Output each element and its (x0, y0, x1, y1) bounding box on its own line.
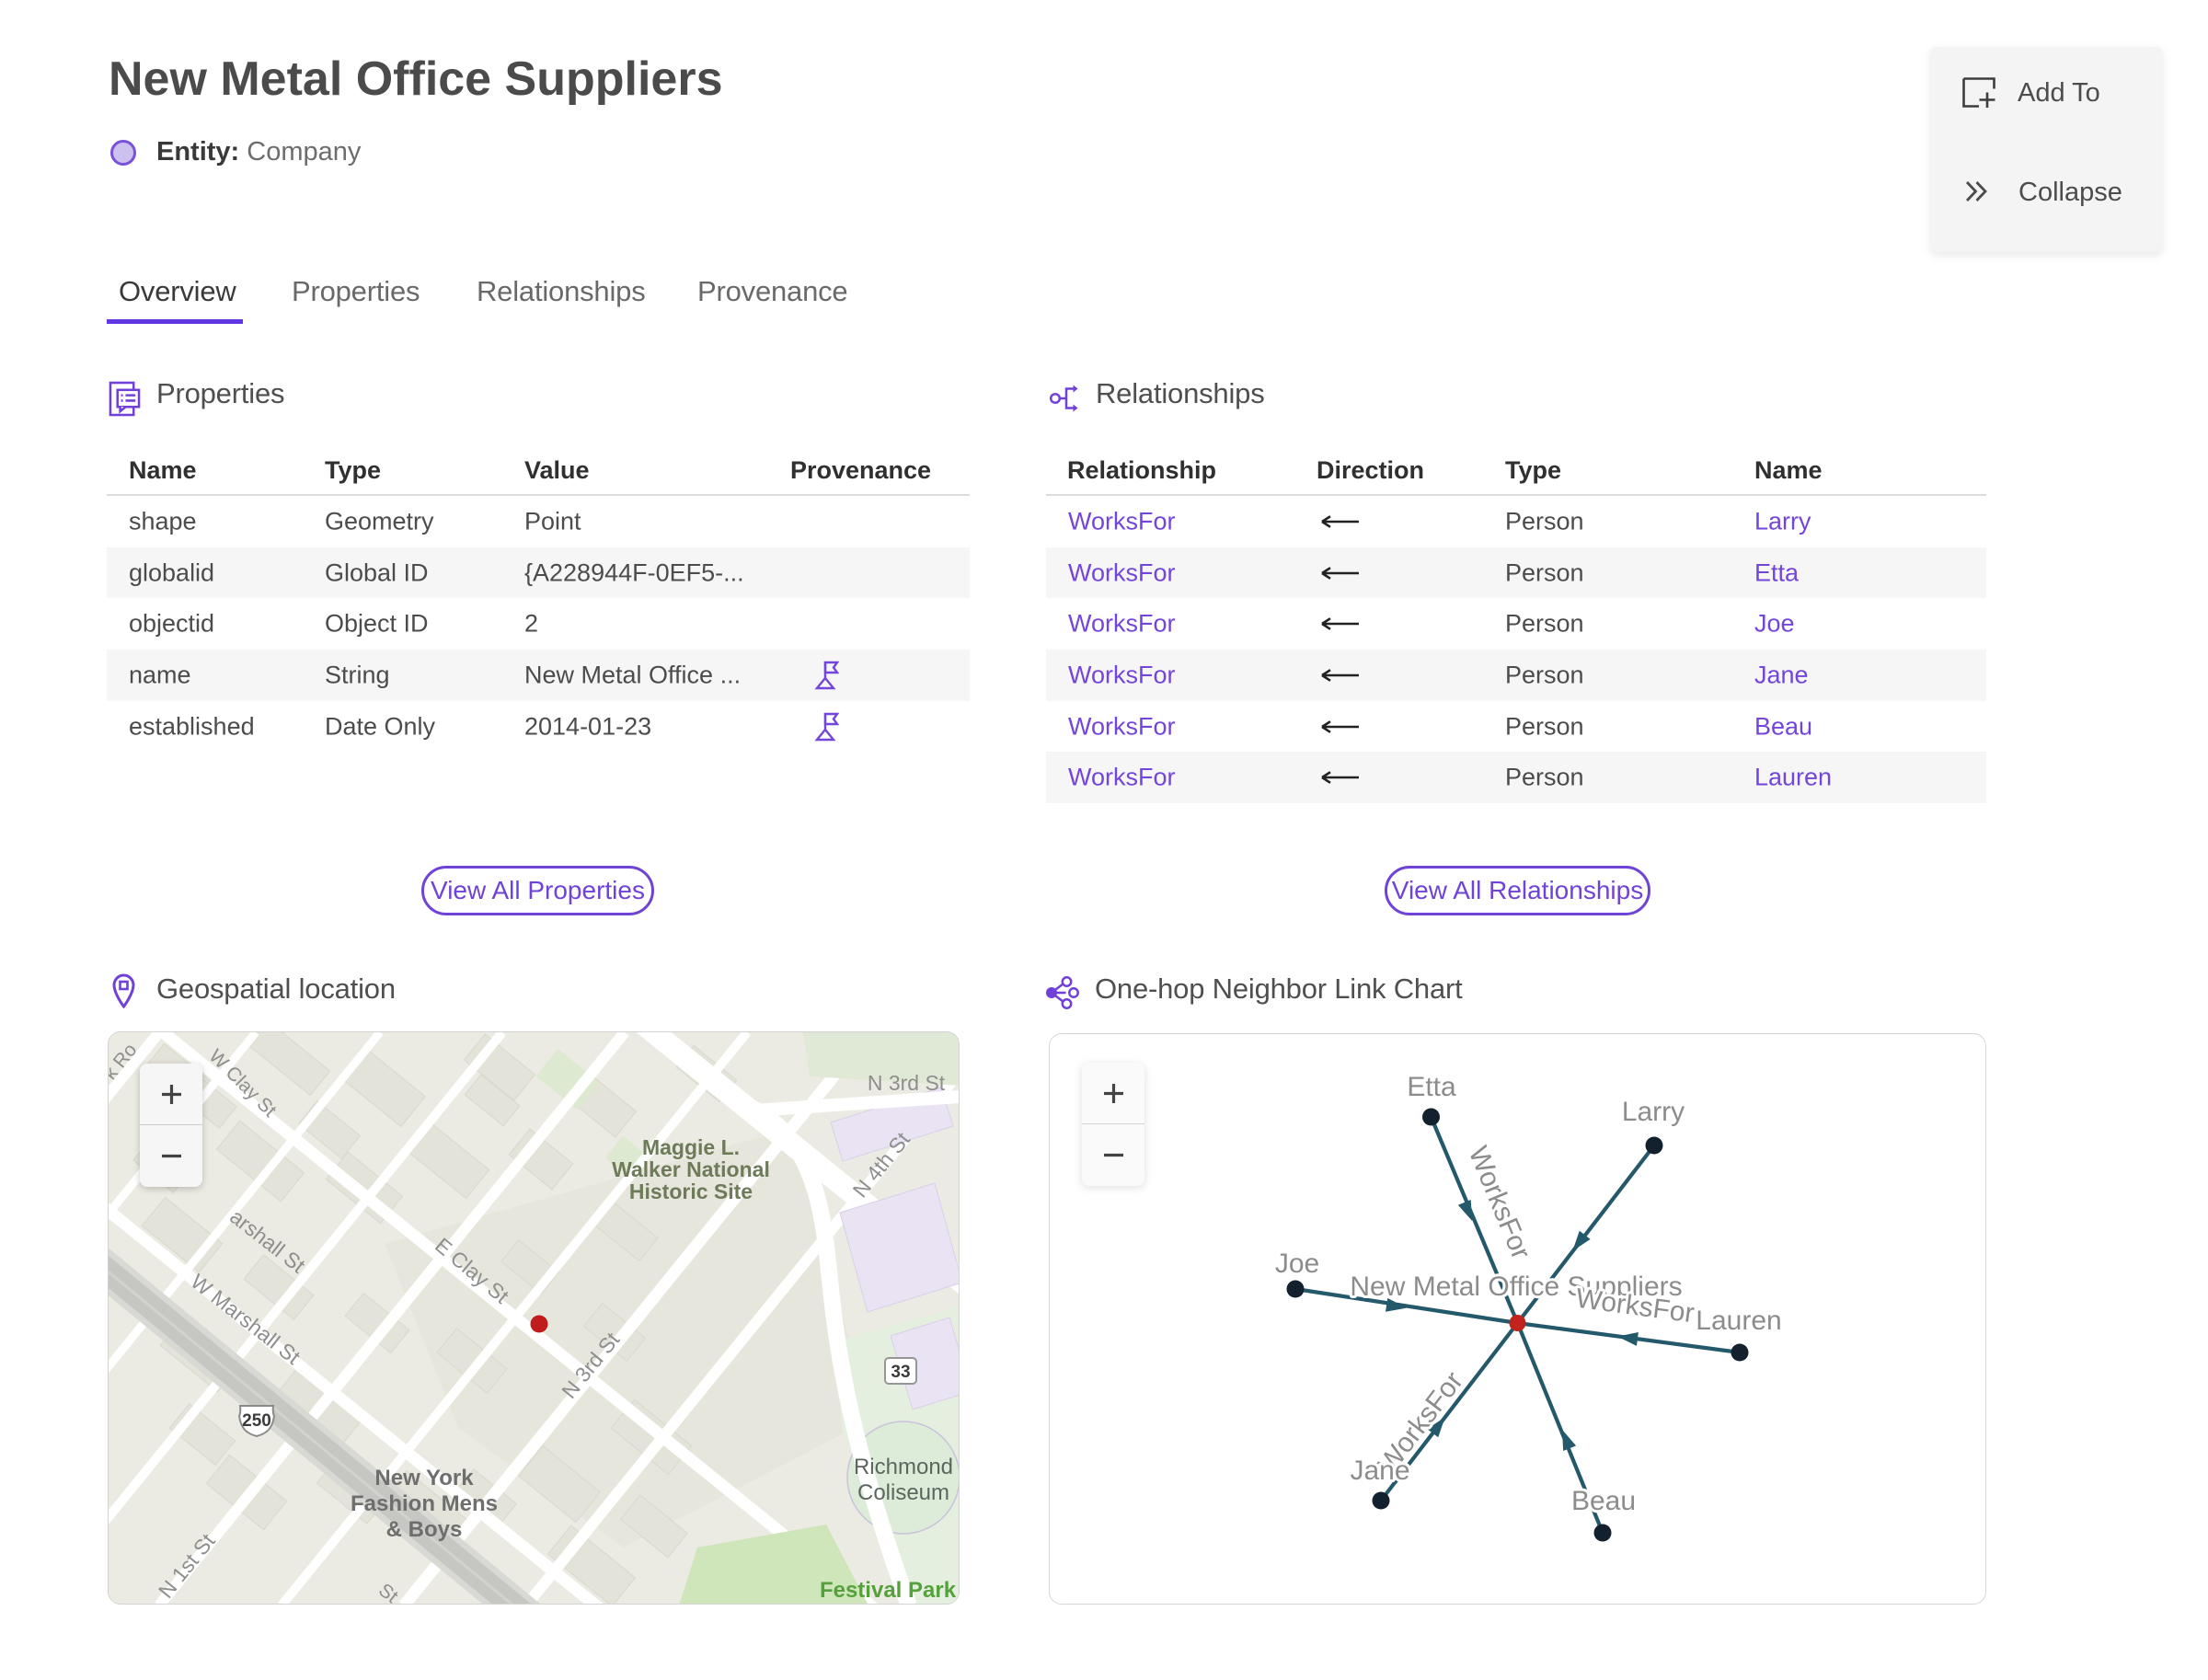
svg-text:N 3rd St: N 3rd St (868, 1071, 946, 1095)
svg-text:Walker National: Walker National (612, 1157, 770, 1181)
svg-text:& Boys: & Boys (386, 1517, 463, 1542)
svg-text:Historic Site: Historic Site (629, 1179, 753, 1203)
svg-text:Coliseum: Coliseum (857, 1480, 949, 1505)
svg-text:Festival Park: Festival Park (820, 1578, 957, 1603)
svg-text:33: 33 (891, 1363, 910, 1382)
svg-text:Beau: Beau (1571, 1486, 1636, 1516)
svg-text:Joe: Joe (1275, 1248, 1319, 1279)
svg-text:Richmond: Richmond (854, 1455, 953, 1479)
svg-text:Larry: Larry (1622, 1097, 1685, 1127)
svg-text:Fashion Mens: Fashion Mens (351, 1491, 498, 1516)
svg-text:Lauren: Lauren (1696, 1306, 1781, 1336)
svg-text:250: 250 (242, 1411, 271, 1431)
svg-text:Jane: Jane (1350, 1456, 1409, 1486)
svg-text:WorksFor: WorksFor (1463, 1142, 1536, 1263)
svg-text:New York: New York (374, 1466, 474, 1490)
svg-text:Etta: Etta (1407, 1072, 1456, 1102)
svg-text:Maggie L.: Maggie L. (642, 1135, 740, 1159)
